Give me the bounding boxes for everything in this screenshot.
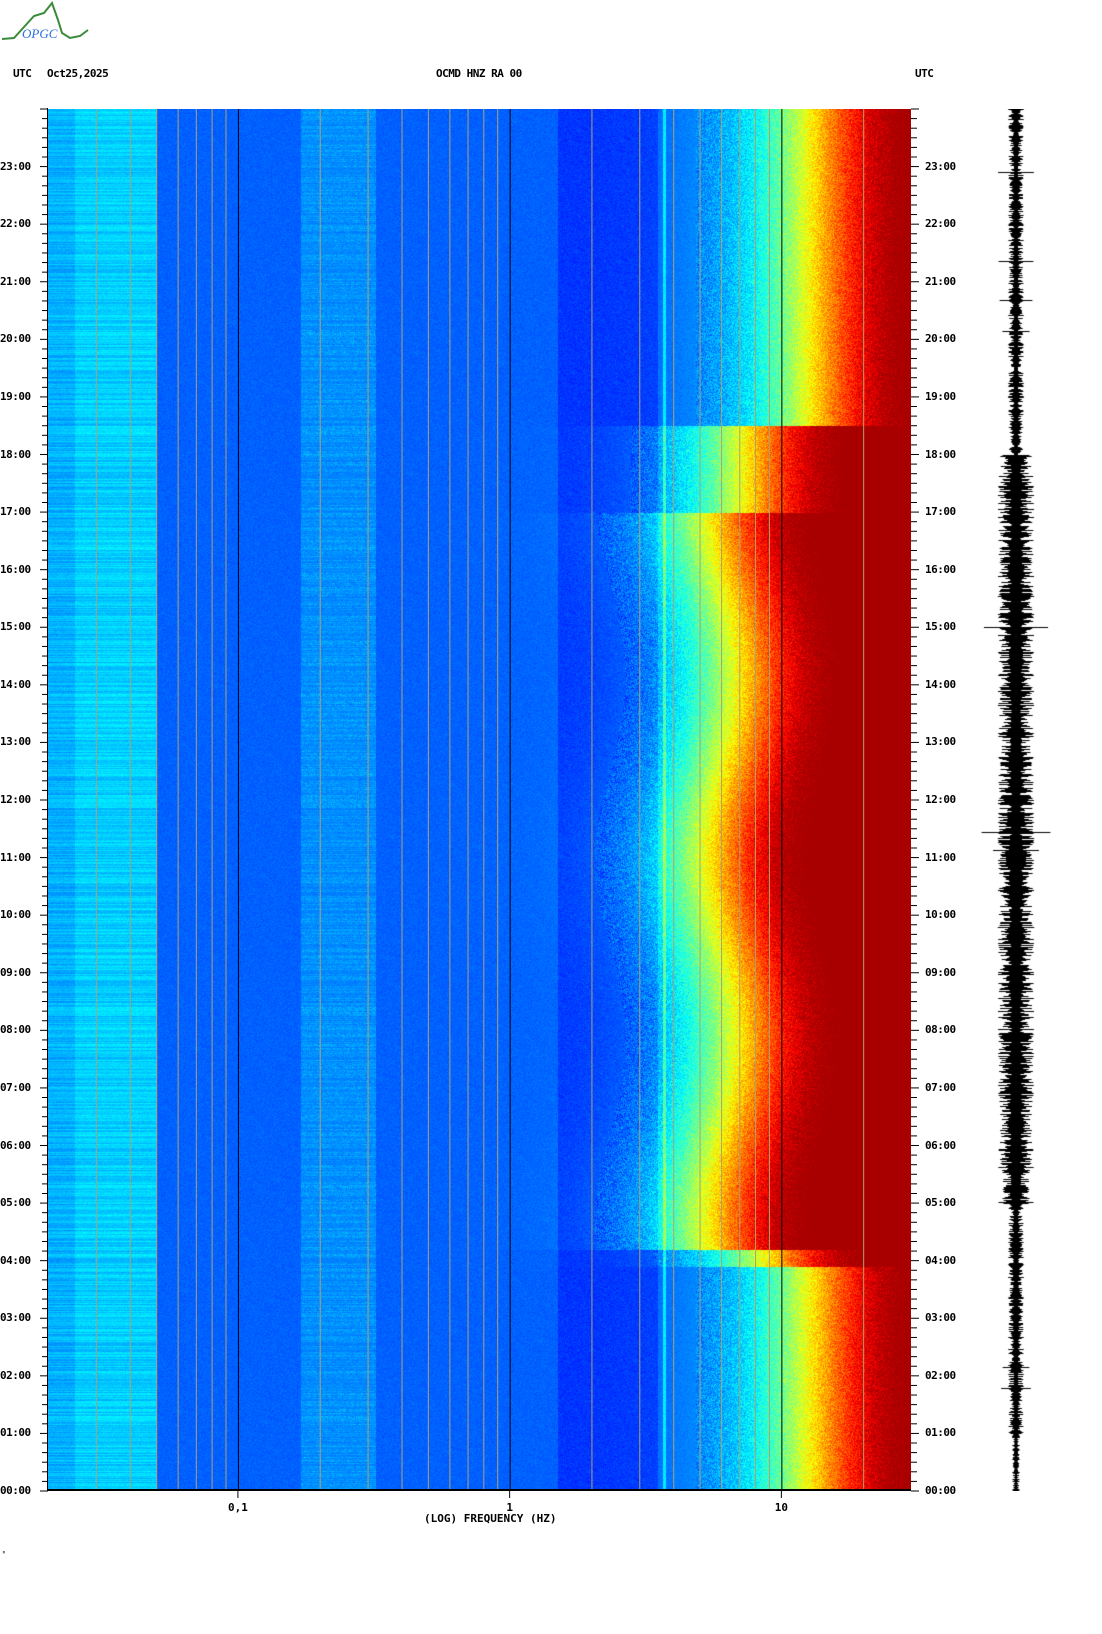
y-tick-label-right: 21:00 xyxy=(925,274,956,288)
y-tick-label-left: 15:00 xyxy=(0,620,31,634)
y-tick-label-left: 13:00 xyxy=(0,735,31,749)
y-tick-label-right: 04:00 xyxy=(925,1253,956,1267)
y-tick-label-left: 00:00 xyxy=(0,1484,31,1497)
y-tick-label-left: 08:00 xyxy=(0,1023,31,1037)
y-tick-label-left: 05:00 xyxy=(0,1196,31,1210)
x-axis-label: (LOG) FREQUENCY (HZ) xyxy=(424,1512,557,1525)
y-tick-label-right: 20:00 xyxy=(925,332,956,346)
x-tick-label: 10 xyxy=(774,1501,788,1514)
y-tick-label-left: 14:00 xyxy=(0,677,31,691)
y-tick-label-left: 18:00 xyxy=(0,447,31,461)
y-tick-label-left: 09:00 xyxy=(0,965,31,979)
y-tick-label-right: 00:00 xyxy=(925,1484,956,1497)
y-tick-label-right: 13:00 xyxy=(925,735,956,749)
y-tick-label-left: 04:00 xyxy=(0,1253,31,1267)
y-tick-label-right: 02:00 xyxy=(925,1368,956,1382)
y-tick-label-right: 07:00 xyxy=(925,1080,956,1094)
seismogram-trace xyxy=(975,109,1060,1491)
y-tick-label-right: 17:00 xyxy=(925,505,956,519)
y-tick-label-right: 05:00 xyxy=(925,1196,956,1210)
y-tick-label-right: 01:00 xyxy=(925,1426,956,1440)
y-tick-label-left: 17:00 xyxy=(0,505,31,519)
y-tick-label-right: 14:00 xyxy=(925,677,956,691)
y-tick-label-right: 10:00 xyxy=(925,908,956,922)
y-tick-label-right: 12:00 xyxy=(925,793,956,806)
y-tick-label-left: 12:00 xyxy=(0,793,31,806)
y-tick-label-left: 23:00 xyxy=(0,159,31,173)
y-tick-label-right: 16:00 xyxy=(925,562,956,576)
y-tick-label-right: 22:00 xyxy=(925,217,956,231)
footer-mark: ᴿ xyxy=(2,1550,7,1558)
y-tick-label-left: 02:00 xyxy=(0,1368,31,1382)
axis-ticks xyxy=(40,108,919,1498)
y-tick-label-right: 11:00 xyxy=(925,850,956,864)
y-tick-label-left: 19:00 xyxy=(0,389,31,403)
y-tick-label-left: 10:00 xyxy=(0,908,31,922)
y-tick-label-right: 15:00 xyxy=(925,620,956,634)
y-tick-label-left: 06:00 xyxy=(0,1138,31,1152)
y-tick-label-right: 03:00 xyxy=(925,1311,956,1325)
y-tick-label-left: 22:00 xyxy=(0,217,31,231)
y-tick-label-right: 08:00 xyxy=(925,1023,956,1037)
y-tick-label-left: 11:00 xyxy=(0,850,31,864)
y-tick-label-left: 01:00 xyxy=(0,1426,31,1440)
y-tick-label-left: 07:00 xyxy=(0,1080,31,1094)
y-tick-label-right: 18:00 xyxy=(925,447,956,461)
x-tick-label: 0,1 xyxy=(228,1501,248,1514)
y-tick-label-left: 16:00 xyxy=(0,562,31,576)
y-tick-label-right: 06:00 xyxy=(925,1138,956,1152)
y-tick-label-right: 19:00 xyxy=(925,389,956,403)
y-tick-label-right: 09:00 xyxy=(925,965,956,979)
y-tick-label-left: 03:00 xyxy=(0,1311,31,1325)
y-tick-label-left: 20:00 xyxy=(0,332,31,346)
y-tick-label-left: 21:00 xyxy=(0,274,31,288)
y-tick-label-right: 23:00 xyxy=(925,159,956,173)
